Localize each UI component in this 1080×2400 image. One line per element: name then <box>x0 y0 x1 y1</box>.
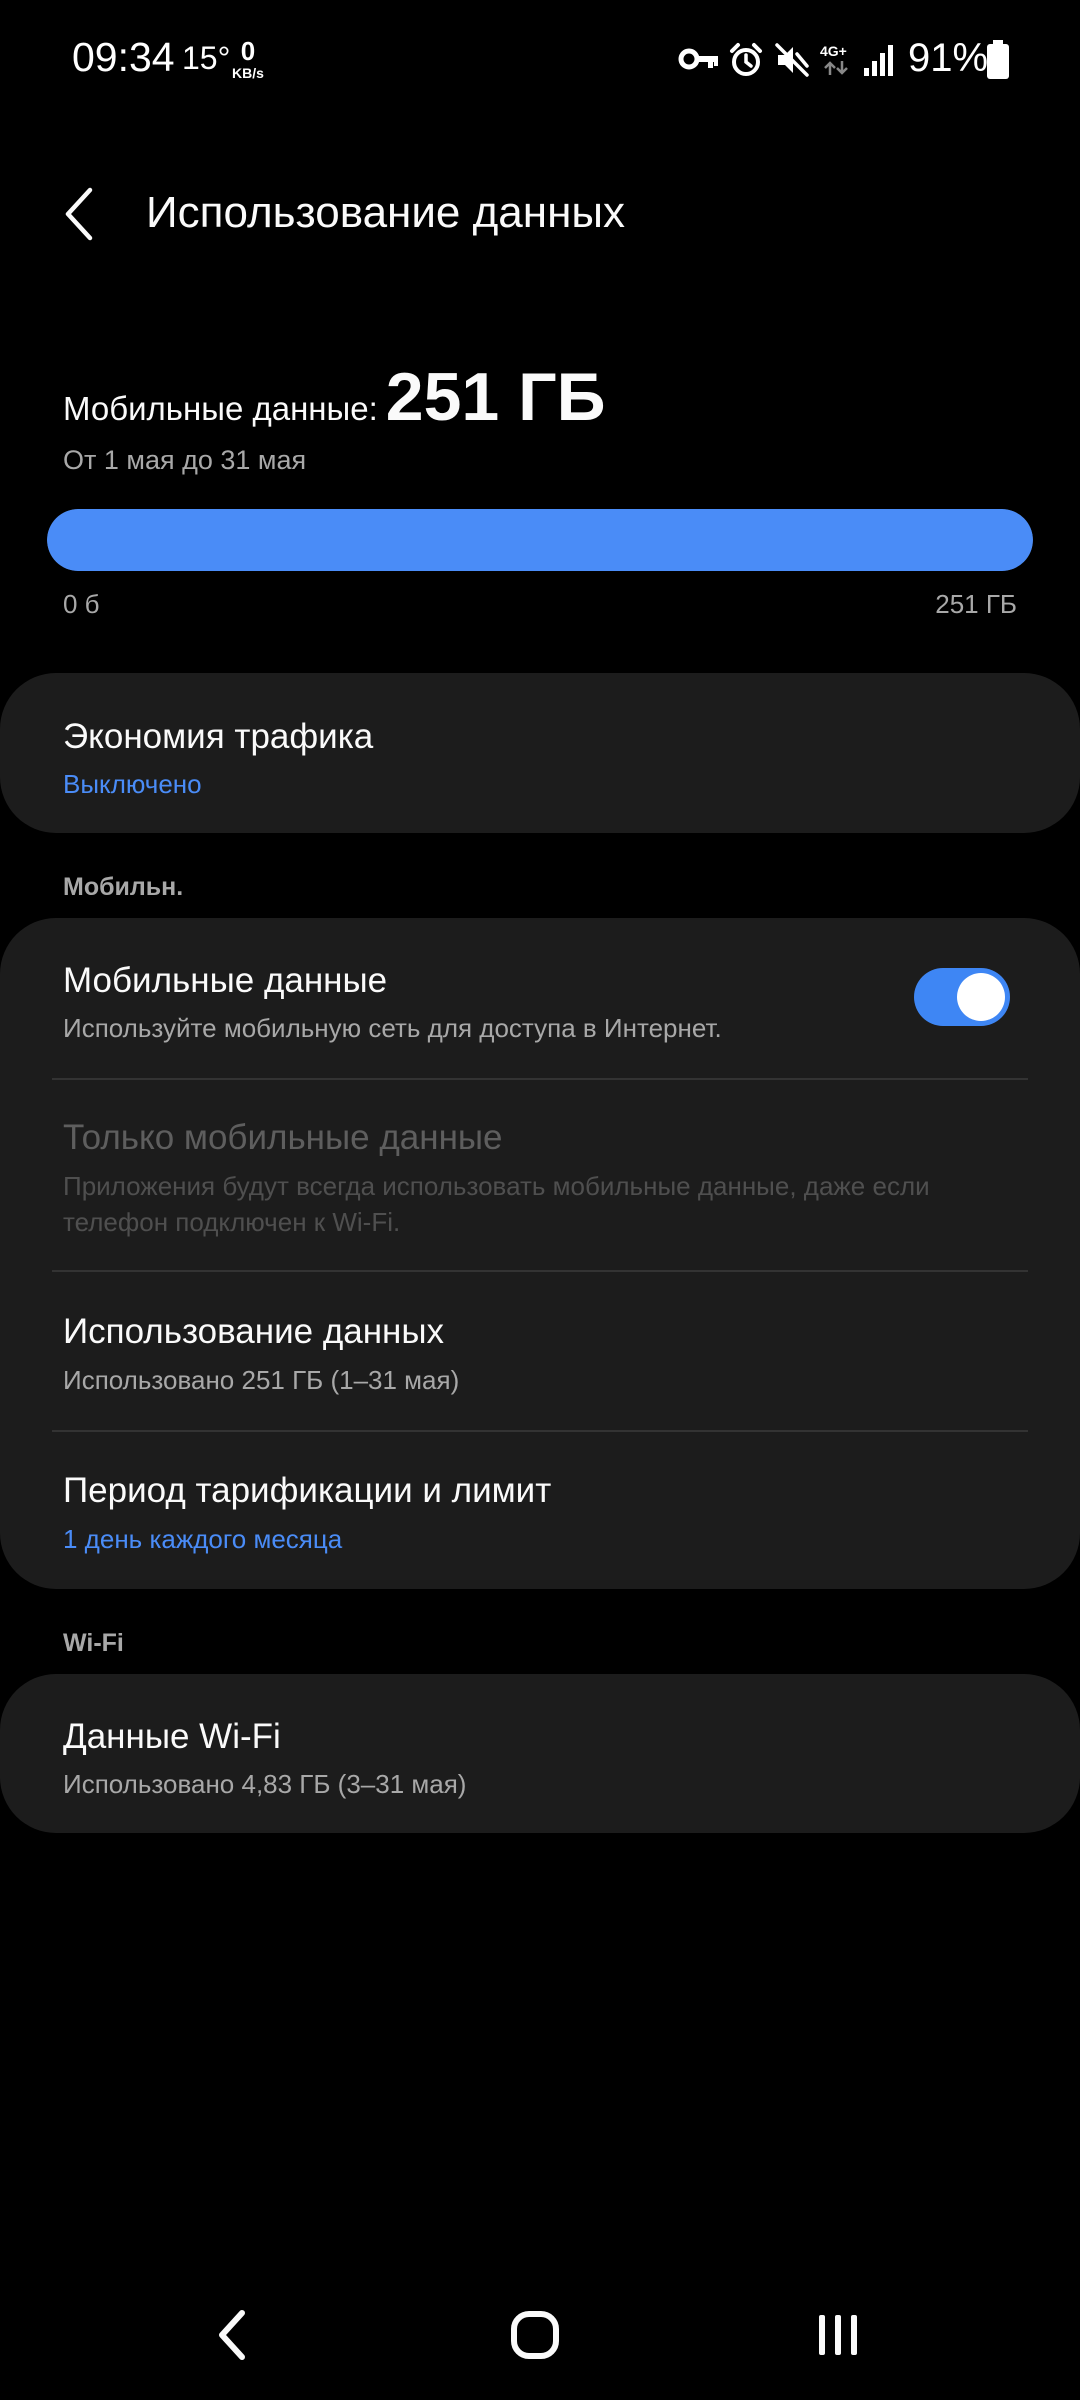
chevron-left-icon <box>65 187 93 241</box>
section-label-mobile: Мобильн. <box>63 873 184 901</box>
wifi-data-item[interactable]: Данные Wi-Fi Использовано 4,83 ГБ (3–31 … <box>0 1674 1080 1833</box>
usage-value: 251 ГБ <box>385 359 606 435</box>
net-speed-unit: KB/s <box>232 65 264 81</box>
billing-cycle-item[interactable]: Период тарификации и лимит 1 день каждог… <box>0 1432 1080 1589</box>
net-speed-value: 0 <box>240 36 256 66</box>
vibrate-mute-icon <box>774 42 810 83</box>
mobile-data-only-subtitle: Приложения будут всегда использовать моб… <box>63 1171 930 1237</box>
data-saver-item[interactable]: Экономия трафика Выключено <box>0 673 1080 833</box>
section-label-wifi: Wi-Fi <box>63 1629 124 1657</box>
bar-max-label: 251 ГБ <box>935 589 1017 619</box>
network-type: 4G+ <box>820 44 852 76</box>
page-title: Использование данных <box>146 188 625 237</box>
mobile-usage-summary: Мобильные данные: 251 ГБ <box>63 358 606 436</box>
wifi-card: Данные Wi-Fi Использовано 4,83 ГБ (3–31 … <box>0 1674 1080 1833</box>
mobile-data-item[interactable]: Мобильные данные Используйте мобильную с… <box>0 918 1080 1078</box>
status-time: 09:34 <box>72 34 175 80</box>
mobile-data-toggle[interactable] <box>914 968 1010 1026</box>
usage-period: От 1 мая до 31 мая <box>63 445 307 475</box>
usage-label: Мобильные данные: <box>63 390 378 427</box>
status-bar: 09:34 15° 0 KB/s 4G+ 91% <box>0 0 1080 120</box>
mobile-data-subtitle: Используйте мобильную сеть для доступа в… <box>63 1013 722 1043</box>
data-saver-status: Выключено <box>63 769 202 799</box>
data-saver-title: Экономия трафика <box>63 717 374 756</box>
battery-icon <box>986 40 1010 85</box>
back-button[interactable] <box>52 176 116 252</box>
alarm-icon <box>728 42 764 83</box>
nav-home-icon <box>511 2311 559 2359</box>
status-net-speed: 0 KB/s <box>228 38 268 80</box>
mobile-data-only-title: Только мобильные данные <box>63 1118 503 1157</box>
nav-home-button[interactable] <box>490 2290 580 2380</box>
mobile-data-only-item: Только мобильные данные Приложения будут… <box>0 1080 1080 1270</box>
toggle-knob <box>957 973 1005 1021</box>
bar-min-label: 0 б <box>63 589 100 619</box>
data-usage-title: Использование данных <box>63 1312 445 1351</box>
usage-progress-fill <box>47 509 1033 571</box>
data-usage-subtitle: Использовано 251 ГБ (1–31 мая) <box>63 1365 460 1395</box>
status-temperature: 15° <box>182 40 231 76</box>
nav-recents-icon <box>819 2315 857 2355</box>
nav-back-button[interactable] <box>190 2290 280 2380</box>
wifi-data-subtitle: Использовано 4,83 ГБ (3–31 мая) <box>63 1769 467 1799</box>
nav-back-icon <box>219 2310 245 2360</box>
vpn-key-icon <box>678 42 720 81</box>
nav-recents-button[interactable] <box>793 2290 883 2380</box>
usage-progress-bar <box>47 509 1033 571</box>
mobile-data-title: Мобильные данные <box>63 961 388 1000</box>
billing-cycle-subtitle: 1 день каждого месяца <box>63 1524 343 1554</box>
mobile-settings-card: Мобильные данные Используйте мобильную с… <box>0 918 1080 1589</box>
data-saver-card: Экономия трафика Выключено <box>0 673 1080 833</box>
data-usage-item[interactable]: Использование данных Использовано 251 ГБ… <box>0 1272 1080 1430</box>
wifi-data-title: Данные Wi-Fi <box>63 1717 281 1756</box>
billing-cycle-title: Период тарификации и лимит <box>63 1471 552 1510</box>
battery-percent: 91% <box>908 36 989 80</box>
data-arrows-icon <box>824 61 848 75</box>
network-type-label: 4G+ <box>820 43 847 59</box>
signal-icon <box>862 44 896 81</box>
